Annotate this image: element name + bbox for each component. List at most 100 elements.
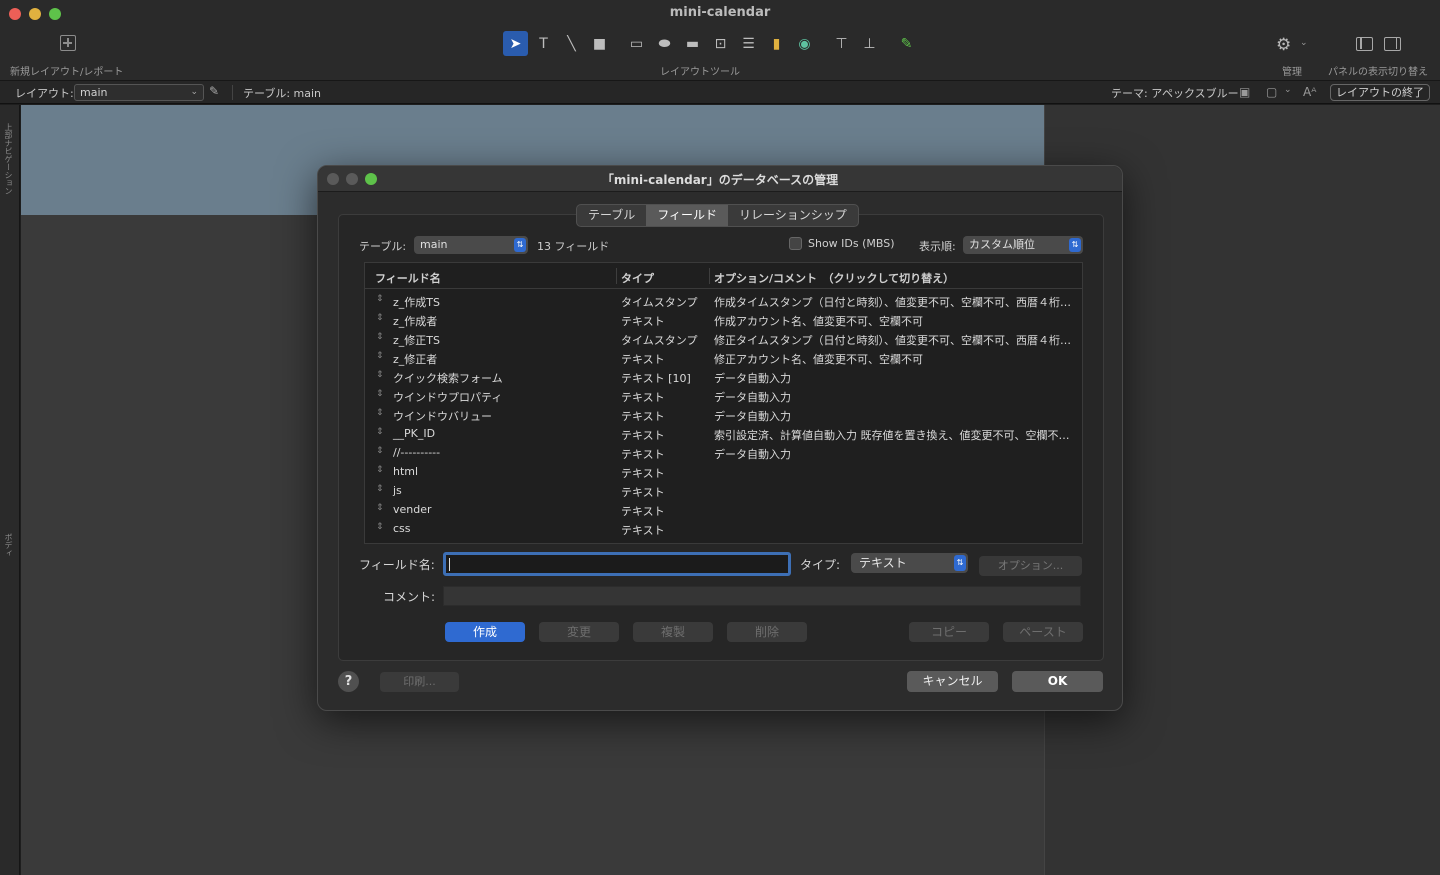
web-viewer-tool-icon[interactable]: ◉ xyxy=(792,31,817,56)
ok-button[interactable]: OK xyxy=(1012,671,1103,692)
field-type-cell: タイムスタンプ xyxy=(621,296,698,309)
drag-handle-icon[interactable]: ⇕ xyxy=(376,389,384,399)
field-type-cell: テキスト xyxy=(621,391,665,404)
type-label: タイプ: xyxy=(800,558,841,572)
new-layout-icon[interactable] xyxy=(60,35,76,51)
text-tool-icon[interactable]: T xyxy=(531,31,556,56)
copy-button[interactable]: コピー xyxy=(909,622,989,642)
tab-bar: テーブル フィールド リレーションシップ xyxy=(576,204,859,227)
comment-input[interactable] xyxy=(443,586,1081,606)
tab-relationships[interactable]: リレーションシップ xyxy=(728,205,858,226)
delete-button[interactable]: 削除 xyxy=(727,622,807,642)
field-name-cell: z_修正TS xyxy=(393,334,440,347)
drag-handle-icon[interactable]: ⇕ xyxy=(376,370,384,380)
drag-handle-icon[interactable]: ⇕ xyxy=(376,408,384,418)
table-row[interactable]: ⇕ css テキスト xyxy=(365,519,1082,538)
drag-handle-icon[interactable]: ⇕ xyxy=(376,446,384,456)
table-select[interactable]: main ⇅ xyxy=(414,236,528,254)
table-row[interactable]: ⇕ z_修正TS タイムスタンプ 修正タイムスタンプ（日付と時刻）、値変更不可、空欄不… xyxy=(365,329,1082,348)
drag-handle-icon[interactable]: ⇕ xyxy=(376,351,384,361)
column-header-name[interactable]: フィールド名 xyxy=(375,270,441,286)
field-list[interactable]: フィールド名 タイプ オプション/コメント （クリックして切り替え） ⇕ z_作成… xyxy=(364,262,1083,544)
gear-icon[interactable]: ⚙ xyxy=(1276,35,1291,55)
show-ids-label[interactable]: Show IDs (MBS) xyxy=(808,237,895,250)
dialog-titlebar: 「mini-calendar」のデータベースの管理 xyxy=(318,166,1122,192)
panel-toggle-label: パネルの表示切り替え xyxy=(1328,67,1428,78)
text-style-icon[interactable]: Aᴬ xyxy=(1303,85,1316,99)
table-row[interactable]: ⇕ vender テキスト xyxy=(365,500,1082,519)
drag-handle-icon[interactable]: ⇕ xyxy=(376,427,384,437)
shape-tool-icon[interactable]: ■ xyxy=(587,31,612,56)
field-type-cell: テキスト xyxy=(621,429,665,442)
exit-layout-button[interactable]: レイアウトの終了 xyxy=(1330,84,1430,101)
table-row[interactable]: ⇕ ウインドウバリュー テキスト データ自動入力 xyxy=(365,405,1082,424)
chart-tool-icon[interactable]: ▮ xyxy=(764,31,789,56)
theme-icon[interactable]: ▣ xyxy=(1239,85,1250,99)
field-options-cell: データ自動入力 xyxy=(714,372,791,385)
layout-label: レイアウト: xyxy=(15,87,74,100)
drag-handle-icon[interactable]: ⇕ xyxy=(376,503,384,513)
type-select[interactable]: テキスト ⇅ xyxy=(851,553,968,573)
drag-handle-icon[interactable]: ⇕ xyxy=(376,465,384,475)
theme-indicator[interactable]: テーマ: アペックスブルー xyxy=(1111,85,1239,101)
options-button[interactable]: オプション... xyxy=(979,556,1082,576)
left-panel-icon[interactable] xyxy=(1356,37,1373,51)
field-tool-icon[interactable]: ▭ xyxy=(624,31,649,56)
change-button[interactable]: 変更 xyxy=(539,622,619,642)
portal-tool-icon[interactable]: ☰ xyxy=(736,31,761,56)
table-row[interactable]: ⇕ //---------- テキスト データ自動入力 xyxy=(365,443,1082,462)
dialog-title: 「mini-calendar」のデータベースの管理 xyxy=(601,173,839,187)
table-row[interactable]: ⇕ z_作成TS タイムスタンプ 作成タイムスタンプ（日付と時刻）、値変更不可、空欄不… xyxy=(365,291,1082,310)
cancel-button[interactable]: キャンセル xyxy=(907,671,998,692)
right-panel-icon[interactable] xyxy=(1384,37,1401,51)
drag-handle-icon[interactable]: ⇕ xyxy=(376,332,384,342)
show-ids-checkbox[interactable] xyxy=(789,237,802,250)
drag-handle-icon[interactable]: ⇕ xyxy=(376,484,384,494)
format-painter-icon[interactable]: ✎ xyxy=(894,31,919,56)
pointer-tool-icon[interactable]: ➤ xyxy=(503,31,528,56)
help-icon[interactable]: ? xyxy=(338,671,359,692)
drag-handle-icon[interactable]: ⇕ xyxy=(376,313,384,323)
button-bar-tool-icon[interactable]: ▬ xyxy=(680,31,705,56)
button-tool-icon[interactable]: ⬬ xyxy=(652,31,677,56)
table-row[interactable]: ⇕ js テキスト xyxy=(365,481,1082,500)
chevron-down-icon[interactable]: ⌄ xyxy=(1300,38,1308,48)
tab-tables[interactable]: テーブル xyxy=(577,205,646,226)
layout-select[interactable]: main ⌄ xyxy=(74,84,204,101)
paste-button[interactable]: ペースト xyxy=(1003,622,1083,642)
sort-order-select[interactable]: カスタム順位 ⇅ xyxy=(963,236,1083,254)
create-button[interactable]: 作成 xyxy=(445,622,525,642)
edit-layout-icon[interactable]: ✎ xyxy=(209,84,219,98)
field-options-cell: 作成タイムスタンプ（日付と時刻）、値変更不可、空欄不可、西暦４桁の日付 xyxy=(714,296,1076,309)
field-type-cell: テキスト xyxy=(621,410,665,423)
column-divider[interactable] xyxy=(616,268,617,284)
field-name-input[interactable] xyxy=(443,552,791,576)
column-header-type[interactable]: タイプ xyxy=(621,270,654,286)
popover-tool-icon[interactable]: ⊡ xyxy=(708,31,733,56)
screen-size-icon[interactable]: ▢ xyxy=(1266,85,1277,99)
drag-handle-icon[interactable]: ⇕ xyxy=(376,522,384,532)
field-type-cell: タイムスタンプ xyxy=(621,334,698,347)
duplicate-button[interactable]: 複製 xyxy=(633,622,713,642)
table-row[interactable]: ⇕ ウインドウプロパティ テキスト データ自動入力 xyxy=(365,386,1082,405)
chevron-down-icon[interactable]: ⌄ xyxy=(1284,85,1292,95)
table-row[interactable]: ⇕ html テキスト xyxy=(365,462,1082,481)
line-tool-icon[interactable]: ╲ xyxy=(559,31,584,56)
table-row[interactable]: ⇕ z_修正者 テキスト 修正アカウント名、値変更不可、空欄不可 xyxy=(365,348,1082,367)
table-row[interactable]: ⇕ __PK_ID テキスト 索引設定済、計算値自動入力 既存値を置き換え、値変更不可… xyxy=(365,424,1082,443)
field-name-cell: //---------- xyxy=(393,446,441,459)
print-button[interactable]: 印刷... xyxy=(380,672,459,692)
field-type-cell: テキスト xyxy=(621,315,665,328)
manage-label: 管理 xyxy=(1282,67,1302,78)
table-row[interactable]: ⇕ クイック検索フォーム テキスト [10] データ自動入力 xyxy=(365,367,1082,386)
drag-handle-icon[interactable]: ⇕ xyxy=(376,294,384,304)
table-row[interactable]: ⇕ z_作成者 テキスト 作成アカウント名、値変更不可、空欄不可 xyxy=(365,310,1082,329)
tab-fields[interactable]: フィールド xyxy=(646,205,729,226)
field-options-cell: データ自動入力 xyxy=(714,410,791,423)
column-header-options[interactable]: オプション/コメント （クリックして切り替え） xyxy=(714,270,954,286)
insert-part-icon[interactable]: ⊤ xyxy=(829,31,854,56)
new-layout-label: 新規レイアウト/レポート xyxy=(10,67,124,78)
insert-part-below-icon[interactable]: ⊥ xyxy=(857,31,882,56)
field-name-cell: js xyxy=(393,484,402,497)
column-divider[interactable] xyxy=(709,268,710,284)
